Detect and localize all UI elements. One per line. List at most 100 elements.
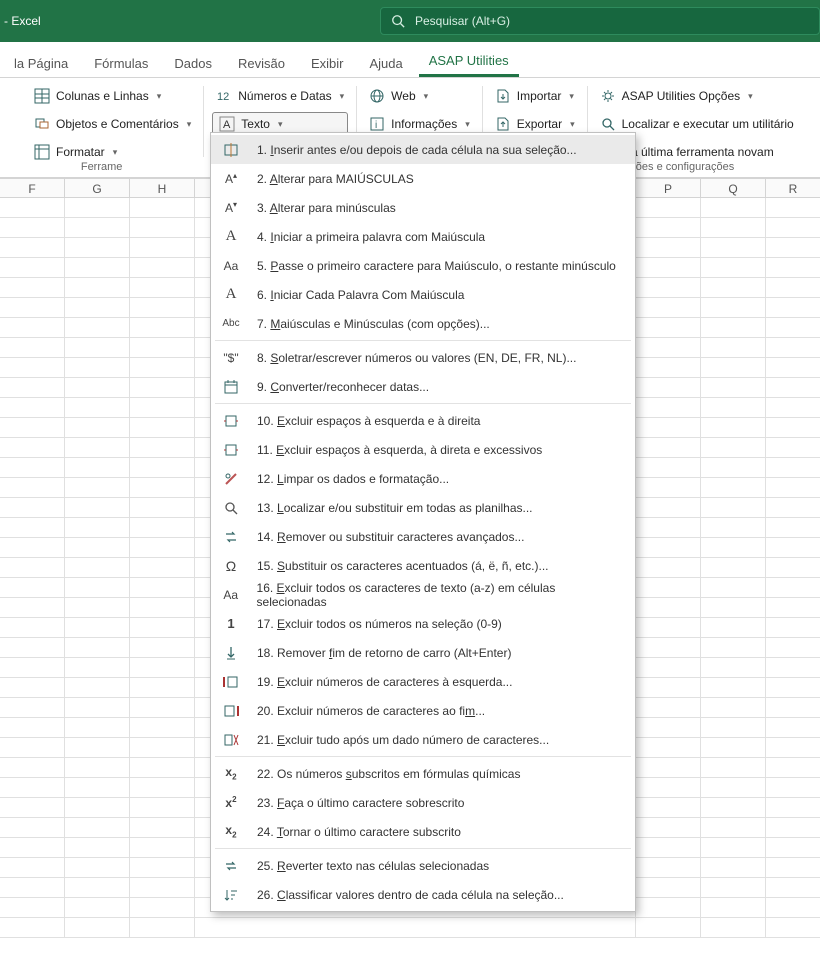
cell[interactable] <box>0 918 65 938</box>
cell[interactable] <box>766 338 820 358</box>
cell[interactable] <box>0 498 65 518</box>
cell[interactable] <box>65 678 130 698</box>
cell[interactable] <box>636 618 701 638</box>
cell[interactable] <box>766 198 820 218</box>
cell[interactable] <box>766 518 820 538</box>
importar-button[interactable]: Importar▾ <box>491 84 579 108</box>
cell[interactable] <box>0 318 65 338</box>
cell[interactable] <box>0 678 65 698</box>
search-box[interactable]: Pesquisar (Alt+G) <box>380 7 820 35</box>
menu-item-10[interactable]: 10. Excluir espaços à esquerda e à direi… <box>211 406 635 435</box>
cell[interactable] <box>701 758 766 778</box>
cell[interactable] <box>766 738 820 758</box>
cell[interactable] <box>766 218 820 238</box>
cell[interactable] <box>766 878 820 898</box>
tab-revis-o[interactable]: Revisão <box>228 50 295 77</box>
cell[interactable] <box>195 918 636 938</box>
menu-item-19[interactable]: 19. Excluir números de caracteres à esqu… <box>211 667 635 696</box>
cell[interactable] <box>701 838 766 858</box>
cell[interactable] <box>701 778 766 798</box>
cell[interactable] <box>701 638 766 658</box>
cell[interactable] <box>701 618 766 638</box>
menu-item-24[interactable]: x224. Tornar o último caractere subscrit… <box>211 817 635 846</box>
menu-item-20[interactable]: 20. Excluir números de caracteres ao fim… <box>211 696 635 725</box>
cell[interactable] <box>766 778 820 798</box>
cell[interactable] <box>766 578 820 598</box>
cell[interactable] <box>766 918 820 938</box>
cell[interactable] <box>0 358 65 378</box>
cell[interactable] <box>65 818 130 838</box>
cell[interactable] <box>0 758 65 778</box>
menu-item-9[interactable]: 9. Converter/reconhecer datas... <box>211 372 635 401</box>
column-header[interactable]: P <box>636 179 701 197</box>
cell[interactable] <box>130 458 195 478</box>
cell[interactable] <box>0 238 65 258</box>
cell[interactable] <box>130 478 195 498</box>
cell[interactable] <box>130 558 195 578</box>
cell[interactable] <box>65 298 130 318</box>
cell[interactable] <box>701 858 766 878</box>
cell[interactable] <box>0 878 65 898</box>
cell[interactable] <box>65 498 130 518</box>
colunas-linhas-button[interactable]: Colunas e Linhas▾ <box>30 84 195 108</box>
cell[interactable] <box>130 658 195 678</box>
cell[interactable] <box>701 458 766 478</box>
menu-item-8[interactable]: "$"8. Soletrar/escrever números ou valor… <box>211 343 635 372</box>
cell[interactable] <box>0 198 65 218</box>
cell[interactable] <box>701 198 766 218</box>
cell[interactable] <box>701 498 766 518</box>
menu-item-22[interactable]: x222. Os números subscritos em fórmulas … <box>211 759 635 788</box>
cell[interactable] <box>701 438 766 458</box>
cell[interactable] <box>130 378 195 398</box>
cell[interactable] <box>701 718 766 738</box>
cell[interactable] <box>636 878 701 898</box>
cell[interactable] <box>701 658 766 678</box>
cell[interactable] <box>0 438 65 458</box>
cell[interactable] <box>636 858 701 878</box>
tab-exibir[interactable]: Exibir <box>301 50 354 77</box>
cell[interactable] <box>0 398 65 418</box>
cell[interactable] <box>766 418 820 438</box>
cell[interactable] <box>701 318 766 338</box>
menu-item-21[interactable]: 21. Excluir tudo após um dado número de … <box>211 725 635 754</box>
cell[interactable] <box>766 638 820 658</box>
cell[interactable] <box>636 718 701 738</box>
cell[interactable] <box>636 478 701 498</box>
tab-la-p-gina[interactable]: la Página <box>4 50 78 77</box>
menu-item-16[interactable]: Aa16. Excluir todos os caracteres de tex… <box>211 580 635 609</box>
tab-ajuda[interactable]: Ajuda <box>359 50 412 77</box>
cell[interactable] <box>65 438 130 458</box>
cell[interactable] <box>130 698 195 718</box>
cell[interactable] <box>130 398 195 418</box>
cell[interactable] <box>130 858 195 878</box>
cell[interactable] <box>65 598 130 618</box>
cell[interactable] <box>636 518 701 538</box>
cell[interactable] <box>766 278 820 298</box>
menu-item-11[interactable]: 11. Excluir espaços à esquerda, à direta… <box>211 435 635 464</box>
cell[interactable] <box>130 678 195 698</box>
cell[interactable] <box>130 898 195 918</box>
cell[interactable] <box>636 418 701 438</box>
cell[interactable] <box>65 558 130 578</box>
cell[interactable] <box>766 498 820 518</box>
cell[interactable] <box>130 218 195 238</box>
cell[interactable] <box>130 418 195 438</box>
cell[interactable] <box>0 838 65 858</box>
cell[interactable] <box>636 358 701 378</box>
cell[interactable] <box>636 498 701 518</box>
cell[interactable] <box>0 458 65 478</box>
cell[interactable] <box>766 658 820 678</box>
cell[interactable] <box>0 658 65 678</box>
cell[interactable] <box>636 658 701 678</box>
cell[interactable] <box>766 258 820 278</box>
cell[interactable] <box>65 218 130 238</box>
cell[interactable] <box>636 918 701 938</box>
cell[interactable] <box>701 278 766 298</box>
cell[interactable] <box>65 878 130 898</box>
cell[interactable] <box>766 818 820 838</box>
cell[interactable] <box>636 218 701 238</box>
cell[interactable] <box>636 338 701 358</box>
cell[interactable] <box>636 558 701 578</box>
cell[interactable] <box>766 698 820 718</box>
cell[interactable] <box>636 898 701 918</box>
